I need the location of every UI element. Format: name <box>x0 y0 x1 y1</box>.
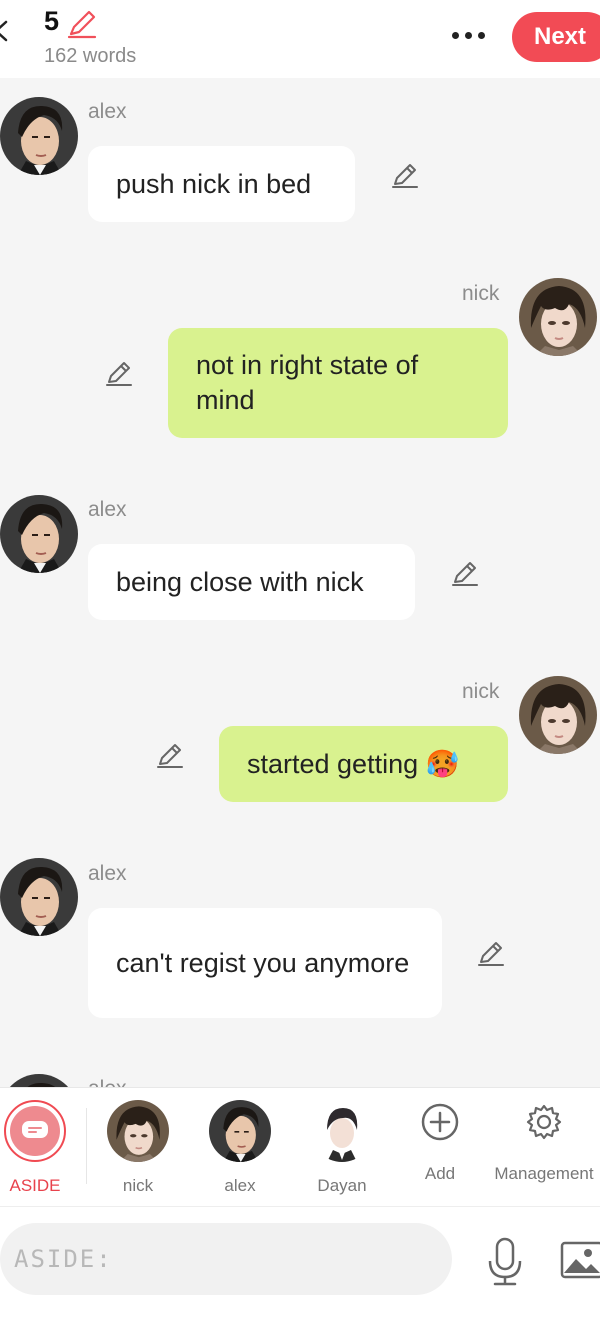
sender-name: alex <box>88 498 127 521</box>
divider <box>86 1108 87 1184</box>
pencil-icon[interactable] <box>476 938 506 968</box>
pencil-icon[interactable] <box>104 358 134 388</box>
aside-input[interactable] <box>0 1223 452 1295</box>
character-label: Add <box>424 1164 456 1183</box>
composer <box>0 1206 600 1336</box>
avatar-nick <box>107 1100 169 1162</box>
sender-name: alex <box>88 862 127 885</box>
chapter-number: 5 <box>44 6 60 36</box>
aside-chat-icon <box>22 1121 48 1138</box>
character-label: Management <box>494 1164 594 1183</box>
management-button[interactable]: Management <box>494 1102 594 1184</box>
message-bubble[interactable]: being close with nick <box>88 544 415 620</box>
image-icon[interactable] <box>560 1239 600 1281</box>
message-bubble[interactable]: not in right state of mind <box>168 328 508 438</box>
character-bar: ASIDE nick alex Dayan Add Management <box>0 1087 600 1206</box>
word-count: 162 words <box>44 45 137 67</box>
avatar-alex <box>209 1100 271 1162</box>
chevron-left-icon[interactable] <box>0 20 12 42</box>
more-dots-icon[interactable] <box>445 22 491 48</box>
gear-icon <box>526 1104 562 1140</box>
pencil-icon[interactable] <box>66 8 98 40</box>
character-aside[interactable]: ASIDE <box>4 1100 66 1196</box>
top-bar: 5 162 words Next <box>0 0 600 78</box>
message-bubble[interactable]: started getting 🥵 <box>219 726 508 802</box>
sender-name: alex <box>88 100 127 123</box>
next-button[interactable]: Next <box>512 12 600 62</box>
plus-circle-icon <box>421 1103 459 1141</box>
character-label: alex <box>224 1176 256 1195</box>
character-label: ASIDE <box>9 1176 61 1195</box>
message-bubble[interactable]: push nick in bed <box>88 146 355 222</box>
character-label: nick <box>122 1176 154 1195</box>
character-label: Dayan <box>317 1176 367 1195</box>
avatar-dayan <box>311 1100 373 1162</box>
sender-name: nick <box>462 680 500 703</box>
sender-name: nick <box>462 282 500 305</box>
pencil-icon[interactable] <box>450 558 480 588</box>
pencil-icon[interactable] <box>155 740 185 770</box>
message-bubble[interactable]: can't regist you anymore <box>88 908 442 1018</box>
microphone-icon[interactable] <box>485 1237 525 1287</box>
avatar-nick[interactable] <box>519 278 597 356</box>
character-alex[interactable]: alex <box>209 1100 271 1196</box>
character-nick[interactable]: nick <box>107 1100 169 1196</box>
avatar-nick[interactable] <box>519 676 597 754</box>
avatar-alex[interactable] <box>0 495 78 573</box>
character-dayan[interactable]: Dayan <box>311 1100 373 1196</box>
avatar-alex[interactable] <box>0 97 78 175</box>
pencil-icon[interactable] <box>390 160 420 190</box>
add-character-button[interactable]: Add <box>410 1102 470 1184</box>
avatar-alex[interactable] <box>0 858 78 936</box>
